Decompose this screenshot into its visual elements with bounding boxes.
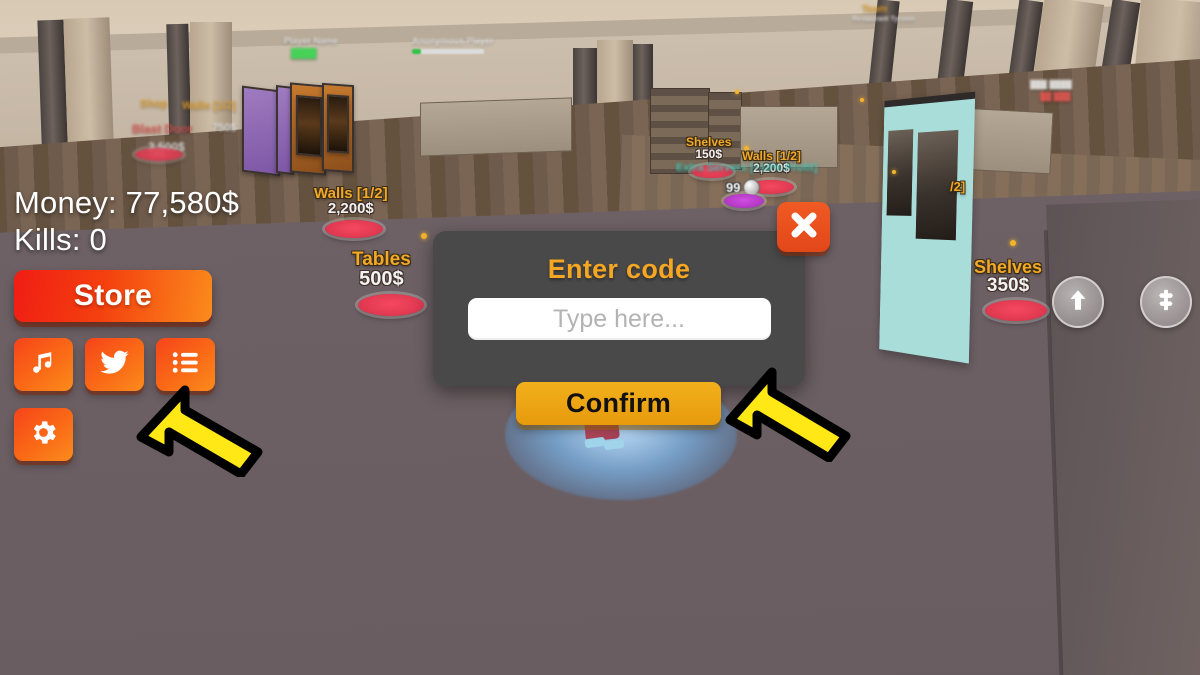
teal-wall-panel [879,91,976,364]
action-button[interactable] [1140,276,1192,328]
close-x-icon [789,210,819,245]
purchase-pad-servers[interactable] [724,194,764,208]
jump-button[interactable] [1052,276,1104,328]
close-button[interactable] [777,202,830,252]
arrow-up-icon [1065,287,1091,318]
window-pane [915,129,959,241]
vending-machine [242,85,280,177]
health-bar [412,49,484,54]
window-pane [886,129,914,216]
music-note-icon [28,347,59,383]
settings-button[interactable] [14,408,73,462]
twitter-bird-icon [99,347,130,383]
hud-panel: Money: 77,580$ Kills: 0 Store [14,185,240,462]
code-input[interactable] [467,298,771,340]
store-button[interactable]: Store [14,270,212,323]
counter [420,97,572,157]
gear-icon [28,417,59,453]
sparkle [860,98,864,102]
purchase-pad-tables[interactable] [358,294,424,316]
purchase-pad-shelves-right[interactable] [985,300,1047,321]
sparkle [735,90,739,94]
sparkle [421,233,427,239]
sparkle [744,146,749,151]
sparkle [1010,240,1016,246]
character-icon [1153,287,1179,318]
vending-machine-glass [327,94,349,154]
hud-icon-row [14,338,239,392]
vending-machine-glass [296,94,322,158]
counter [740,106,838,168]
game-screen: Shop Blast Door 3,500$ Walls [1/2] 750$ … [0,0,1200,675]
floor-edge-right [1046,195,1200,675]
sparkle [892,170,896,174]
dialog-title: Enter code [547,254,691,284]
coin-count: 99 [726,180,741,195]
hud-icon-row-2 [14,408,239,462]
money-stat: Money: 77,580$ [14,185,240,220]
twitter-button[interactable] [85,338,144,392]
shelf-unit [708,92,742,170]
purchase-pad[interactable] [135,148,183,161]
shelf-unit [650,88,710,174]
music-button[interactable] [14,338,73,392]
kills-stat: Kills: 0 [14,221,107,257]
enter-code-dialog: Enter code [433,231,805,386]
purchase-pad-walls-left[interactable] [325,220,383,238]
list-icon [170,347,201,383]
confirm-button[interactable]: Confirm [516,382,721,425]
purchase-pad-shelves-mid[interactable] [691,165,733,178]
list-button[interactable] [156,338,215,392]
